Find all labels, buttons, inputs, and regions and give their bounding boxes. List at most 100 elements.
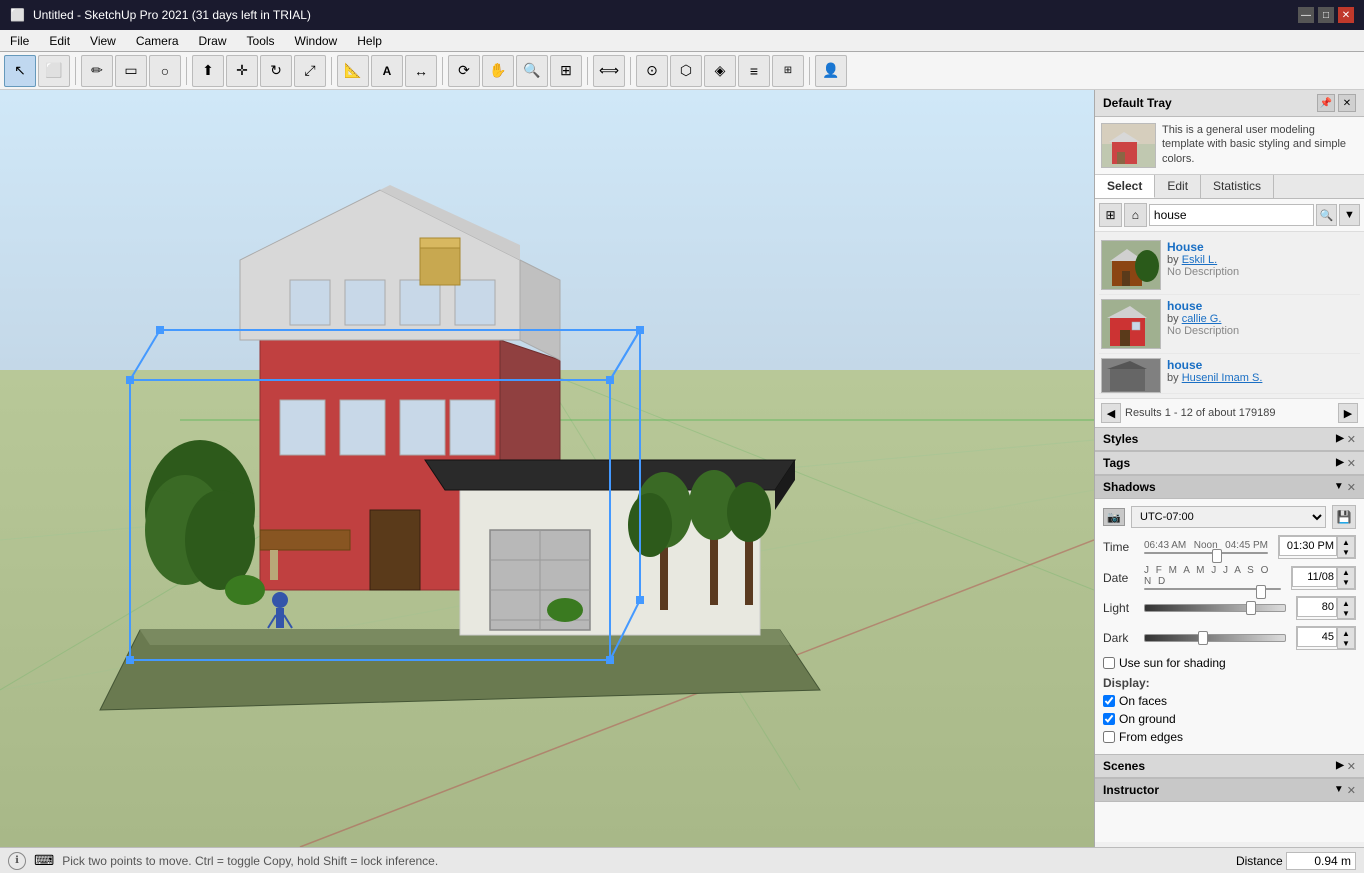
push-pull-tool-button[interactable]: ⬆ — [192, 55, 224, 87]
prev-next-button[interactable]: ⟺ — [593, 55, 625, 87]
on-ground-checkbox[interactable] — [1103, 713, 1115, 725]
dark-stepper-up[interactable]: ▲ — [1338, 628, 1354, 638]
styles-button[interactable]: ◈ — [704, 55, 736, 87]
maximize-button[interactable]: □ — [1318, 7, 1334, 23]
time-slider-thumb[interactable] — [1212, 549, 1222, 563]
shadow-disk-button[interactable]: 💾 — [1332, 505, 1356, 529]
component-item[interactable]: house by Husenil Imam S. — [1099, 354, 1360, 394]
light-stepper-up[interactable]: ▲ — [1338, 598, 1354, 608]
shadows-close-button[interactable]: ✕ — [1347, 481, 1356, 494]
dimensions-tool-button[interactable]: ↔ — [405, 55, 437, 87]
timezone-select[interactable]: UTC-07:00 — [1131, 506, 1326, 528]
menu-item-tools[interactable]: Tools — [237, 32, 285, 50]
use-sun-checkbox[interactable] — [1103, 657, 1115, 669]
tags-section-header[interactable]: Tags ▶ ✕ — [1095, 451, 1364, 475]
menu-item-file[interactable]: File — [0, 32, 39, 50]
time-slider-track[interactable] — [1144, 552, 1268, 554]
instructor-section-header[interactable]: Instructor ▼ ✕ — [1095, 778, 1364, 802]
next-page-button[interactable]: ▶ — [1338, 403, 1358, 423]
menu-item-help[interactable]: Help — [347, 32, 392, 50]
component-item[interactable]: House by Eskil L. No Description — [1099, 236, 1360, 295]
date-slider-track[interactable] — [1144, 588, 1281, 590]
search-filter-button[interactable]: ▼ — [1339, 204, 1360, 226]
eraser-tool-button[interactable]: ⬜ — [38, 55, 70, 87]
tab-statistics[interactable]: Statistics — [1201, 175, 1274, 198]
materials-button[interactable]: ⬡ — [670, 55, 702, 87]
dark-slider-thumb[interactable] — [1198, 631, 1208, 645]
component-thumb-2 — [1101, 299, 1161, 349]
light-slider-track[interactable] — [1144, 604, 1286, 612]
orbit-tool-button[interactable]: ⟳ — [448, 55, 480, 87]
menu-item-camera[interactable]: Camera — [126, 32, 189, 50]
tray-close-button[interactable]: ✕ — [1338, 94, 1356, 112]
component-author-3: Husenil Imam S. — [1182, 372, 1263, 384]
menu-item-edit[interactable]: Edit — [39, 32, 80, 50]
tab-select[interactable]: Select — [1095, 175, 1155, 198]
styles-close-button[interactable]: ✕ — [1347, 433, 1356, 446]
scenes-section-header[interactable]: Scenes ▶ ✕ — [1095, 754, 1364, 778]
dark-input[interactable] — [1297, 627, 1337, 647]
zoom-extents-button[interactable]: ⊞ — [550, 55, 582, 87]
on-faces-checkbox[interactable] — [1103, 695, 1115, 707]
scenes-close-button[interactable]: ✕ — [1347, 760, 1356, 773]
from-edges-checkbox[interactable] — [1103, 731, 1115, 743]
search-go-button[interactable]: 🔍 — [1316, 204, 1337, 226]
outliner-button[interactable]: ⊞ — [772, 55, 804, 87]
move-tool-button[interactable]: ✛ — [226, 55, 258, 87]
grid-view-button[interactable]: ⊞ — [1099, 203, 1122, 227]
styles-section-header[interactable]: Styles ▶ ✕ — [1095, 427, 1364, 451]
tray-pin-button[interactable]: 📌 — [1317, 94, 1335, 112]
pencil-tool-button[interactable]: ✏ — [81, 55, 113, 87]
date-row: Date J F M A M J J A S O N D ▲ ▼ — [1103, 565, 1356, 590]
minimize-button[interactable]: — — [1298, 7, 1314, 23]
prev-page-button[interactable]: ◀ — [1101, 403, 1121, 423]
select-tool-button[interactable]: ↖ — [4, 55, 36, 87]
pan-tool-button[interactable]: ✋ — [482, 55, 514, 87]
time-input[interactable] — [1279, 536, 1337, 556]
home-button[interactable]: ⌂ — [1124, 203, 1147, 227]
menu-item-view[interactable]: View — [80, 32, 126, 50]
dark-stepper-down[interactable]: ▼ — [1338, 638, 1354, 648]
date-stepper-down[interactable]: ▼ — [1338, 578, 1354, 588]
menu-item-window[interactable]: Window — [285, 32, 348, 50]
dark-slider-track[interactable] — [1144, 634, 1286, 642]
scale-tool-button[interactable]: ⤢ — [294, 55, 326, 87]
component-search-input[interactable] — [1149, 204, 1314, 226]
component-thumb-3 — [1101, 358, 1161, 393]
tab-edit[interactable]: Edit — [1155, 175, 1201, 198]
use-sun-row: Use sun for shading — [1103, 656, 1356, 670]
menu-item-draw[interactable]: Draw — [189, 32, 237, 50]
instructor-close-button[interactable]: ✕ — [1347, 784, 1356, 797]
distance-input[interactable] — [1286, 852, 1356, 870]
date-slider-thumb[interactable] — [1256, 585, 1266, 599]
light-label: Light — [1103, 601, 1138, 615]
text-tool-button[interactable]: A — [371, 55, 403, 87]
date-stepper-up[interactable]: ▲ — [1338, 568, 1354, 578]
status-info-text: Pick two points to move. Ctrl = toggle C… — [62, 854, 438, 868]
time-stepper-up[interactable]: ▲ — [1338, 537, 1354, 547]
circle-tool-button[interactable]: ○ — [149, 55, 181, 87]
time-stepper-down[interactable]: ▼ — [1338, 547, 1354, 557]
rotate-tool-button[interactable]: ↻ — [260, 55, 292, 87]
layers-button[interactable]: ≡ — [738, 55, 770, 87]
light-slider-thumb[interactable] — [1246, 601, 1256, 615]
shadows-section-header[interactable]: Shadows ▼ ✕ — [1095, 475, 1364, 499]
rectangle-tool-button[interactable]: ▭ — [115, 55, 147, 87]
info-icon[interactable]: ℹ — [8, 852, 26, 870]
add-person-button[interactable]: 👤 — [815, 55, 847, 87]
light-input[interactable] — [1297, 597, 1337, 617]
components-button[interactable]: ⊙ — [636, 55, 668, 87]
scenes-arrow-icon: ▶ — [1336, 760, 1344, 773]
date-input[interactable] — [1292, 567, 1337, 587]
tags-close-button[interactable]: ✕ — [1347, 457, 1356, 470]
viewport[interactable] — [0, 90, 1094, 847]
close-button[interactable]: ✕ — [1338, 7, 1354, 23]
light-stepper: ▲ ▼ — [1337, 597, 1355, 619]
zoom-tool-button[interactable]: 🔍 — [516, 55, 548, 87]
tape-tool-button[interactable]: 📐 — [337, 55, 369, 87]
component-item[interactable]: house by callie G. No Description — [1099, 295, 1360, 354]
light-row: Light ▲ ▼ — [1103, 596, 1356, 620]
shadow-cam-icon[interactable]: 📷 — [1103, 508, 1125, 526]
pagination-row: ◀ Results 1 - 12 of about 179189 ▶ — [1095, 398, 1364, 427]
light-stepper-down[interactable]: ▼ — [1338, 608, 1354, 618]
